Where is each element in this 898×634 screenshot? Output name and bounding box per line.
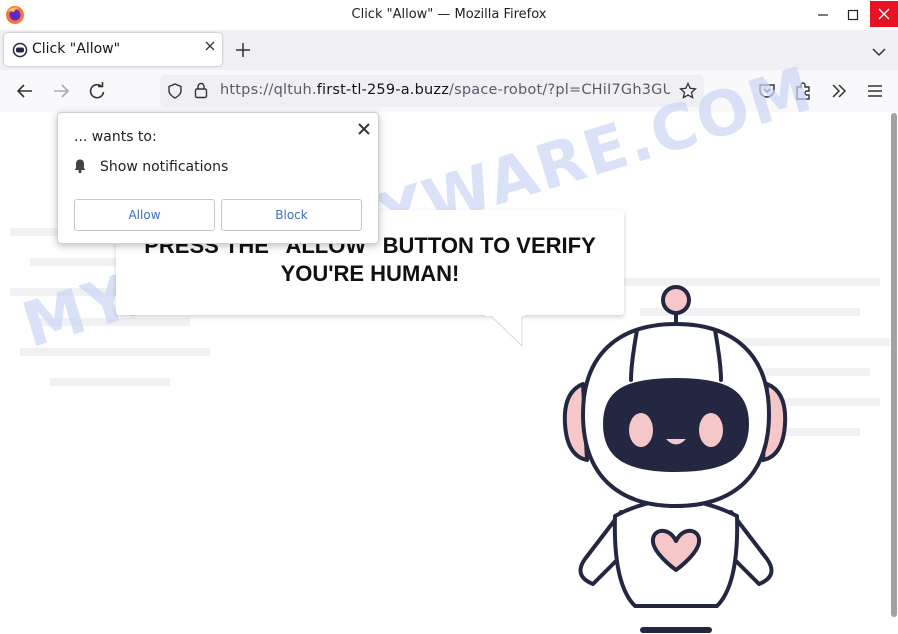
popup-wants-text: ... wants to: [74,129,157,145]
allow-button[interactable]: Allow [74,199,215,231]
url-domain: first-tl-259-a.buzz [316,82,450,98]
chevron-down-icon [872,48,886,57]
url-path: /space-robot/?pl=CHiI7Gh3GUy [449,82,670,98]
overflow-chevrons-icon[interactable] [829,81,849,101]
maximize-icon [847,9,859,21]
robot-illustration [562,285,788,633]
close-icon [878,8,890,20]
reload-icon[interactable] [87,81,107,101]
robot-antenna-ball [661,285,691,315]
robot-favicon-icon [12,42,28,58]
notification-permission-popup: ... wants to: Show notifications Allow B… [57,112,379,244]
plus-icon [236,43,250,57]
close-window-button[interactable] [870,1,898,27]
tab-active[interactable]: Click "Allow" [4,33,222,66]
maximize-button[interactable] [842,4,864,26]
message-line-2: YOU'RE HUMAN! [280,261,460,286]
lock-icon[interactable] [194,82,208,99]
minimize-icon [818,14,828,16]
close-icon [205,41,215,51]
speech-bubble-tail [485,314,525,348]
forward-arrow-icon[interactable] [51,81,71,101]
list-all-tabs-button[interactable] [872,42,886,61]
url-text[interactable]: https://qltuh.first-tl-259-a.buzz/space-… [220,82,670,98]
minimize-button[interactable] [812,4,834,26]
new-tab-button[interactable] [236,38,250,62]
url-bar[interactable]: https://qltuh.first-tl-259-a.buzz/space-… [160,75,704,107]
robot-right-eye [699,413,723,447]
shield-icon[interactable] [167,83,183,99]
popup-close-button[interactable] [358,119,370,140]
permission-text: Show notifications [100,159,229,175]
tab-title: Click "Allow" [32,41,121,57]
robot-shadow [640,627,712,633]
robot-left-eye [629,413,653,447]
back-arrow-icon[interactable] [15,81,35,101]
hamburger-menu-icon[interactable] [865,81,885,101]
window-titlebar: Click "Allow" — Mozilla Firefox [0,0,898,31]
block-button[interactable]: Block [221,199,362,231]
tab-close-button[interactable] [205,40,215,55]
bell-icon [74,159,86,174]
url-prefix: https://qltuh. [220,82,317,98]
page-scrollbar[interactable] [891,113,897,617]
window-title: Click "Allow" — Mozilla Firefox [351,7,547,22]
robot-visor [603,378,749,472]
close-icon [358,123,370,135]
